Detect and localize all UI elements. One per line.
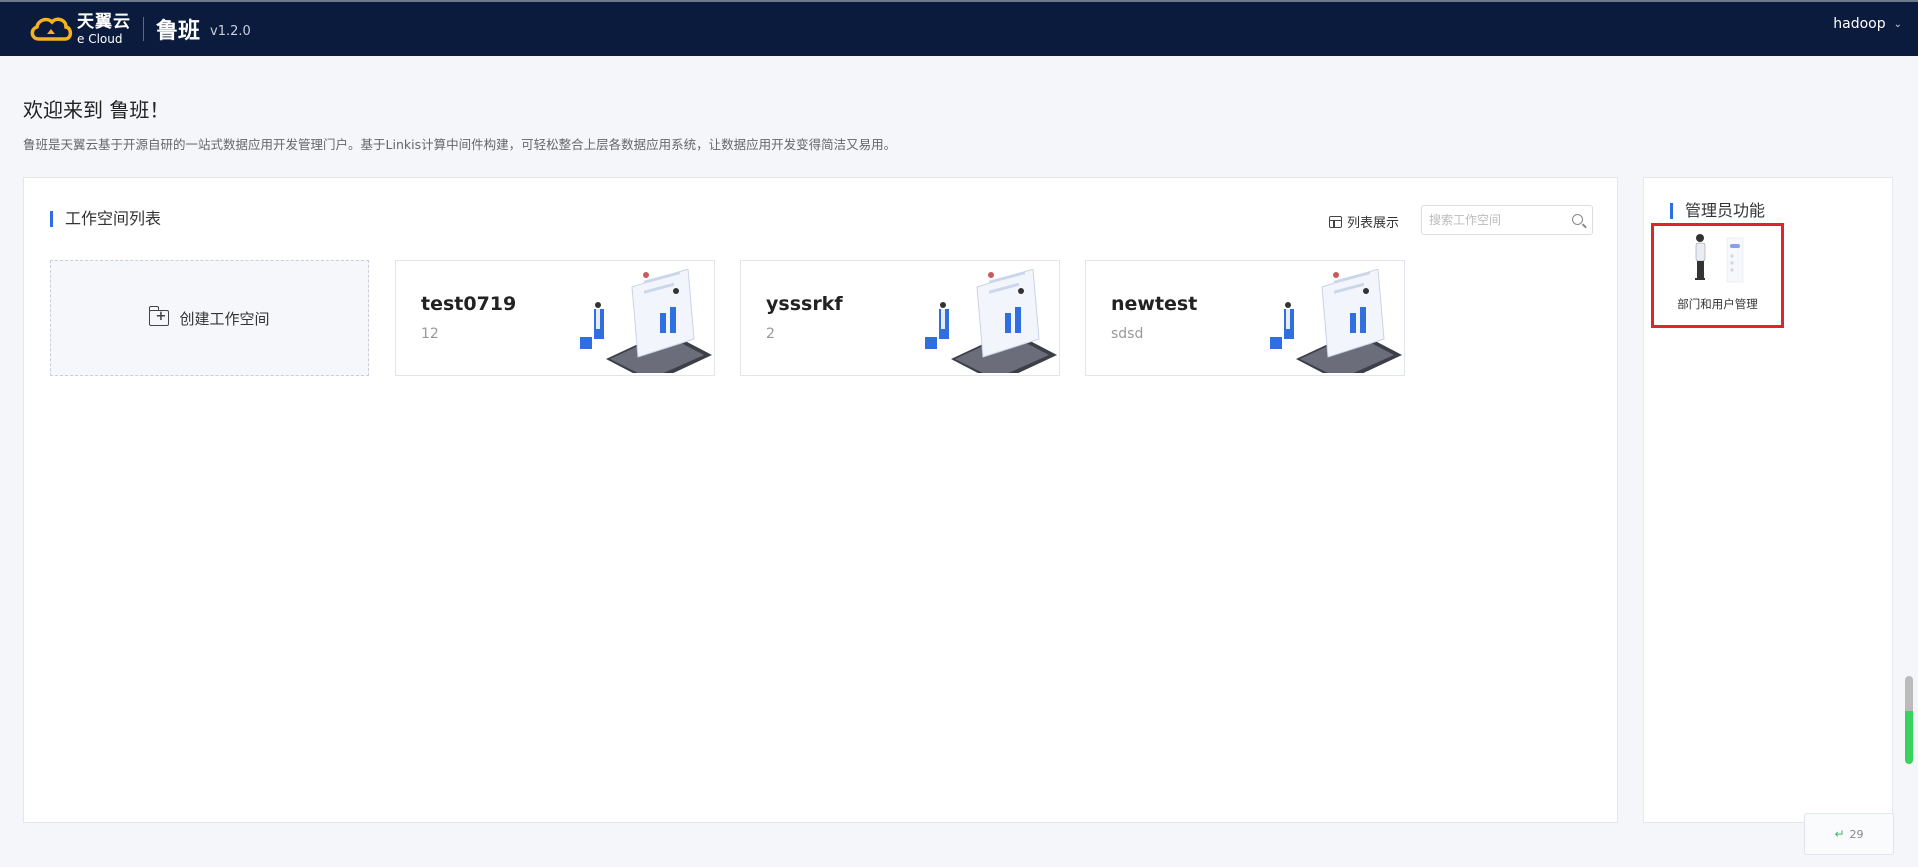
return-arrow-icon: ↵ — [1834, 827, 1845, 841]
chevron-down-icon: ⌄ — [1893, 18, 1902, 30]
dept-user-management-button[interactable]: 部门和用户管理 — [1651, 223, 1784, 328]
laptop-illustration-icon — [1270, 269, 1402, 373]
workspace-search — [1421, 205, 1593, 235]
scrollbar[interactable] — [1905, 676, 1913, 764]
admin-section-title: 管理员功能 — [1670, 203, 1765, 219]
user-menu[interactable]: hadoop ⌄ — [1833, 16, 1902, 32]
laptop-illustration-icon — [580, 269, 712, 373]
workspace-panel: 工作空间列表 列表展示 + 创建工作空间 test0719 12 — [23, 177, 1618, 823]
workspace-description: 12 — [421, 326, 439, 342]
user-management-icon — [1695, 234, 1744, 283]
welcome-description: 鲁班是天翼云基于开源自研的一站式数据应用开发管理门户。基于Linkis计算中间件… — [23, 137, 897, 152]
search-icon[interactable] — [1572, 214, 1583, 225]
logo-divider — [143, 17, 144, 41]
workspace-description: 2 — [766, 326, 775, 342]
username: hadoop — [1833, 16, 1886, 32]
workspace-card[interactable]: ysssrkf 2 — [740, 260, 1060, 376]
admin-panel: 管理员功能 部门和用户管理 — [1643, 177, 1893, 823]
workspace-card[interactable]: test0719 12 — [395, 260, 715, 376]
search-input[interactable] — [1429, 206, 1569, 234]
workspace-name: test0719 — [421, 293, 517, 315]
welcome-title: 欢迎来到 鲁班！ — [23, 98, 170, 122]
product-name: 鲁班 — [156, 18, 201, 44]
product-version: v1.2.0 — [210, 23, 251, 39]
logo-cn: 天翼云 — [77, 11, 131, 32]
create-workspace-button[interactable]: + 创建工作空间 — [50, 260, 369, 376]
floating-counter[interactable]: ↵ 29 — [1804, 813, 1894, 855]
list-view-toggle[interactable]: 列表展示 — [1329, 212, 1399, 231]
laptop-illustration-icon — [925, 269, 1057, 373]
ecloud-logo[interactable]: 天翼云 e Cloud — [27, 9, 131, 49]
workspace-name: ysssrkf — [766, 293, 843, 315]
top-navbar: 天翼云 e Cloud 鲁班 v1.2.0 hadoop ⌄ — [0, 0, 1918, 56]
folder-plus-icon: + — [148, 306, 170, 326]
create-workspace-label: 创建工作空间 — [179, 309, 270, 328]
workspace-section-title: 工作空间列表 — [50, 211, 161, 227]
logo-text: 天翼云 e Cloud — [77, 11, 131, 46]
cloud-logo-icon — [30, 17, 73, 41]
admin-item-label: 部门和用户管理 — [1677, 297, 1758, 311]
logo-en: e Cloud — [77, 31, 123, 46]
counter-value: 29 — [1849, 827, 1864, 841]
workspace-name: newtest — [1111, 293, 1198, 315]
table-icon — [1329, 215, 1342, 228]
workspace-card[interactable]: newtest sdsd — [1085, 260, 1405, 376]
workspace-description: sdsd — [1111, 326, 1144, 342]
list-view-label: 列表展示 — [1347, 216, 1400, 231]
